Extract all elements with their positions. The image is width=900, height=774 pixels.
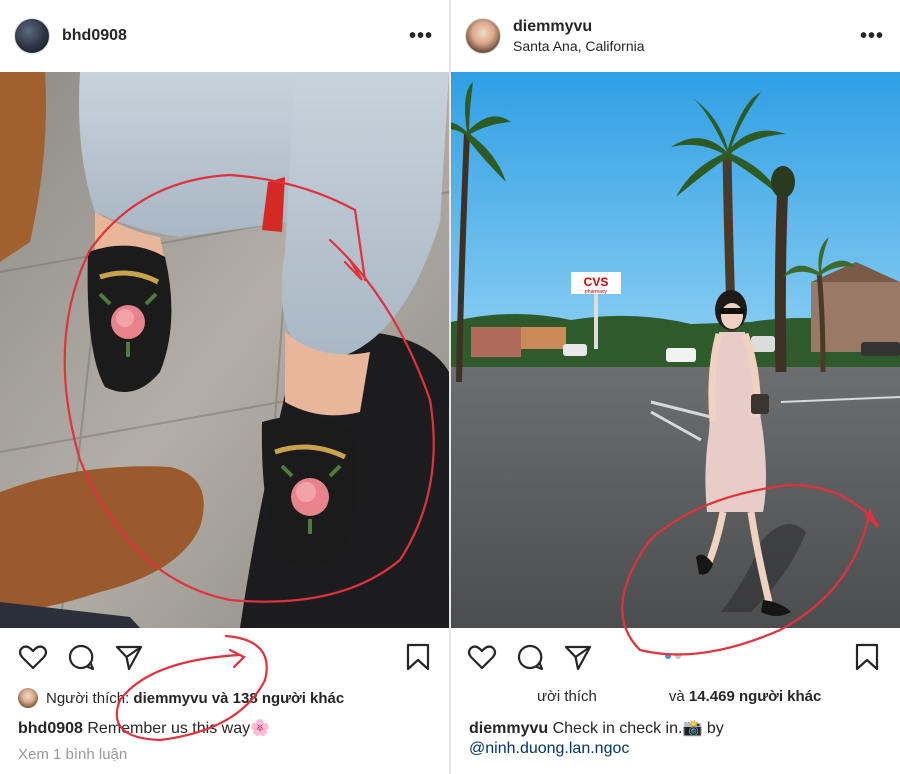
more-icon[interactable]: ••• [409, 26, 433, 46]
flower-emoji: 🌸 [250, 720, 271, 737]
post-photo[interactable] [0, 72, 449, 628]
avatar[interactable] [465, 18, 501, 54]
caption: diemmyvu Check in check in.📸 by [469, 718, 890, 738]
user-block: bhd0908 [62, 27, 127, 45]
caption-username[interactable]: bhd0908 [18, 720, 83, 737]
liker-avatar [18, 688, 38, 708]
location[interactable]: Santa Ana, California [513, 38, 645, 54]
likes-prefix: ười thích [537, 688, 597, 705]
caption-text: Check in check in. [552, 720, 683, 737]
likes-count[interactable]: và 138 người khác [212, 690, 344, 707]
caption-by: by [706, 720, 724, 737]
likes-conjunction: và [668, 688, 685, 705]
caption-mention[interactable]: @ninh.duong.lan.ngoc [469, 740, 890, 758]
caption-text: Remember us this way [87, 720, 251, 737]
caption: bhd0908 Remember us this way🌸 [18, 718, 439, 738]
street-photo: CVS pharmacy [451, 72, 900, 628]
user-block: diemmyvu Santa Ana, California [513, 18, 645, 54]
heart-icon[interactable] [467, 642, 497, 672]
camera-emoji: 📸 [682, 720, 703, 737]
right-post: diemmyvu Santa Ana, California ••• CVS p… [451, 0, 900, 774]
shoes-photo [0, 72, 449, 628]
left-post: bhd0908 ••• Người thích: diemmyvu và 138… [0, 0, 449, 774]
comment-icon[interactable] [66, 642, 96, 672]
bookmark-icon[interactable] [403, 642, 433, 672]
comment-icon[interactable] [515, 642, 545, 672]
carousel-dot[interactable] [675, 653, 681, 659]
view-comments-link[interactable]: Xem 1 bình luận [18, 746, 127, 763]
share-icon[interactable] [563, 642, 593, 672]
more-icon[interactable]: ••• [860, 26, 884, 46]
likes-count[interactable]: 14.469 người khác [689, 688, 821, 705]
username[interactable]: bhd0908 [62, 27, 127, 45]
post-header: diemmyvu Santa Ana, California ••• [451, 0, 900, 72]
likes-row: Người thích: diemmyvu và 138 người khác [18, 688, 439, 708]
likes-row: ười thích và 14.469 người khác [537, 688, 890, 705]
username[interactable]: diemmyvu [513, 18, 645, 36]
carousel-dot-active[interactable] [665, 653, 671, 659]
caption-username[interactable]: diemmyvu [469, 720, 548, 737]
likes-prefix: Người thích: [46, 689, 130, 707]
post-header: bhd0908 ••• [0, 0, 449, 72]
bookmark-icon[interactable] [852, 642, 882, 672]
share-icon[interactable] [114, 642, 144, 672]
carousel-indicator [665, 653, 681, 659]
heart-icon[interactable] [18, 642, 48, 672]
cvs-sign: CVS [584, 275, 609, 289]
post-photo[interactable]: CVS pharmacy [451, 72, 900, 628]
avatar[interactable] [14, 18, 50, 54]
liker-username[interactable]: diemmyvu [133, 690, 207, 707]
action-bar [0, 640, 449, 676]
